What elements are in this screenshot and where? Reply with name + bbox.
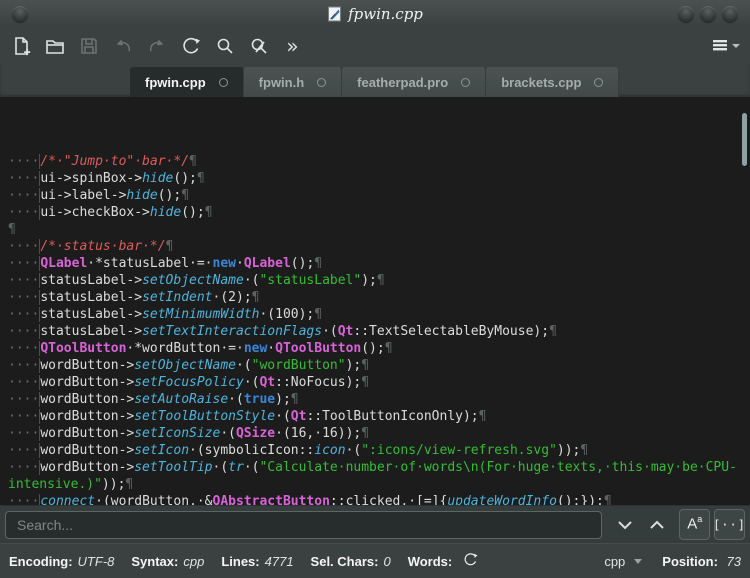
code-line: ····wordButton->setObjectName·("wordButt… (8, 358, 370, 373)
code-line: ····/*·"Jump·to"·bar·*/¶ (8, 154, 197, 169)
whole-word-button[interactable]: [··] (713, 509, 746, 540)
whole-word-icon: [··] (713, 517, 746, 532)
status-item: Lines: 4771 (221, 553, 294, 569)
app-icon (328, 6, 342, 22)
position-label: Position: (662, 553, 718, 569)
code-line: ····statusLabel->setMinimumWidth·(100);¶ (8, 307, 323, 322)
code-line: ····ui->spinBox->hide();¶ (8, 171, 205, 186)
more-toolbuttons-icon[interactable]: » (278, 32, 307, 60)
code-line: ¶ (8, 222, 16, 237)
menu-button[interactable] (708, 32, 742, 60)
save-icon (74, 32, 103, 60)
tab-fpwin.cpp[interactable]: fpwin.cpp (130, 67, 244, 97)
refresh-icon (464, 553, 478, 566)
code-area[interactable]: ····/*·"Jump·to"·bar·*/¶ ····ui->spinBox-… (0, 97, 750, 505)
close-button[interactable] (722, 6, 738, 22)
search-bar: Aa [··] (0, 505, 750, 543)
code-line: ····wordButton->setToolButtonStyle·(Qt::… (8, 409, 487, 424)
position-value: 73 (726, 553, 741, 569)
status-item: Sel. Chars: 0 (310, 553, 391, 569)
status-bar-right: cpp Position: 73 (604, 554, 741, 569)
chevron-up-icon (649, 520, 664, 529)
tab-close-icon[interactable] (461, 77, 471, 87)
match-case-button[interactable]: Aa (679, 509, 711, 540)
code-line: ····wordButton->setIconSize·(QSize·(16,·… (8, 426, 370, 441)
tab-close-icon[interactable] (218, 77, 228, 87)
menu-lines-icon (712, 40, 727, 51)
search-input[interactable] (5, 510, 603, 539)
code-line: ····wordButton->setIcon·(symbolicIcon::i… (8, 443, 589, 458)
maximize-button[interactable] (700, 6, 716, 22)
chevron-down-icon (731, 44, 740, 48)
scrollbar-handle[interactable] (742, 113, 747, 166)
syntax-combobox[interactable]: cpp (604, 553, 643, 569)
chevron-down-icon (618, 520, 632, 529)
code-line: ····QLabel·*statusLabel·=·new·QLabel();¶ (8, 256, 323, 271)
tab-label: featherpad.pro (357, 74, 449, 90)
tab-featherpad.pro[interactable]: featherpad.pro (342, 67, 487, 97)
position-indicator: Position: 73 (662, 554, 741, 569)
tab-close-icon[interactable] (594, 77, 604, 87)
tab-close-icon[interactable] (317, 77, 327, 87)
code-line: ····wordButton->setAutoRaise·(true);¶ (8, 392, 299, 407)
tab-label: fpwin.h (258, 74, 305, 90)
open-file-icon[interactable] (40, 32, 69, 60)
tab-bar-tabs: fpwin.cpp fpwin.h featherpad.pro brackets.c… (130, 67, 620, 97)
tab-label: fpwin.cpp (145, 74, 206, 90)
featherpad-window: fpwin.cpp » fpwin.cpp fpwin.h featherpad… (0, 0, 750, 578)
tab-label: brackets.cpp (501, 74, 582, 90)
status-items: Encoding: UTF-8 Syntax: cpp Lines: 4771 Sel. C… (9, 554, 391, 569)
code-line: ····statusLabel->setObjectName·("statusL… (8, 273, 385, 288)
main-toolbar: » (0, 28, 750, 64)
status-item: Encoding: UTF-8 (9, 553, 115, 569)
find-and-replace-icon[interactable] (244, 32, 273, 60)
title-bar: fpwin.cpp (0, 0, 750, 29)
code-line: ····connect·(wordButton,·&QAbstractButto… (8, 493, 750, 505)
undo-icon (108, 32, 137, 60)
syntax-combobox-value: cpp (604, 553, 626, 569)
find-previous-button[interactable] (641, 510, 673, 540)
find-icon[interactable] (210, 32, 239, 60)
code-line: ····wordButton->setFocusPolicy·(Qt::NoFo… (8, 375, 370, 390)
words-group: Words: (408, 551, 480, 571)
window-title-area: fpwin.cpp (0, 0, 750, 28)
code-line: ····/*·status·bar·*/¶ (8, 239, 174, 254)
tab-fpwin.h[interactable]: fpwin.h (243, 67, 343, 97)
refresh-words-button[interactable] (462, 551, 479, 571)
new-file-icon[interactable] (6, 32, 35, 60)
match-case-icon: Aa (687, 514, 703, 533)
code-line: ····ui->label->hide();¶ (8, 188, 190, 203)
redo-icon (142, 32, 171, 60)
tab-brackets.cpp[interactable]: brackets.cpp (486, 67, 620, 97)
words-label: Words: (407, 553, 453, 569)
code-line: ····wordButton->setToolTip·(tr·("Calcula… (8, 460, 737, 475)
code-line: ····statusLabel->setTextInteractionFlags… (8, 324, 557, 339)
combo-arrow-icon (634, 558, 643, 564)
code-line: intensive.)"));¶ (8, 477, 134, 492)
code-line: ····ui->checkBox->hide();¶ (8, 205, 213, 220)
tab-bar: fpwin.cpp fpwin.h featherpad.pro brackets.c… (0, 64, 750, 97)
status-bar: Encoding: UTF-8 Syntax: cpp Lines: 4771 Sel. C… (0, 543, 750, 578)
minimize-button[interactable] (678, 6, 694, 22)
code-line: ····statusLabel->setIndent·(2);¶ (8, 290, 260, 305)
code-line: ····QToolButton·*wordButton·=·new·QToolB… (8, 341, 393, 356)
window-title: fpwin.cpp (348, 5, 423, 23)
status-item: Syntax: cpp (131, 553, 205, 569)
reload-icon[interactable] (176, 32, 205, 60)
find-next-button[interactable] (609, 510, 641, 540)
